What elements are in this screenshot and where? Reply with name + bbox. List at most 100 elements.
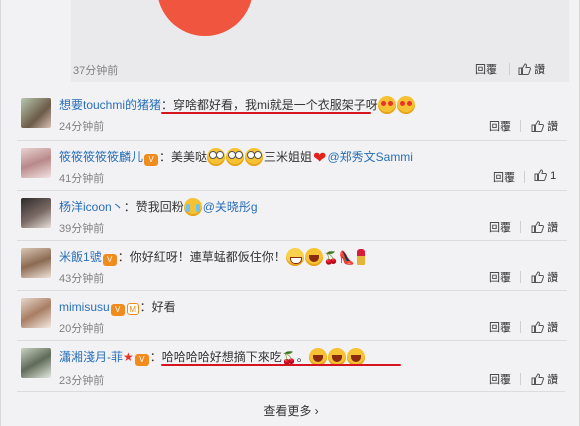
red-underline	[161, 112, 371, 114]
comment-panel: 37分钟前 回覆 讚 想要touchmi的猪猪：穿啥都好看，我mi就是一个衣服架…	[0, 0, 580, 426]
chevron-right-icon: ›	[314, 404, 319, 418]
grin-emoji	[285, 248, 304, 266]
comment-item: 想要touchmi的猪猪：穿啥都好看，我mi就是一个衣服架子呀 24分钟前 回覆…	[1, 90, 580, 138]
eye-roll-emoji	[207, 148, 226, 166]
comment-username[interactable]: mimisusu	[59, 300, 110, 314]
repost-card: 37分钟前 回覆 讚	[71, 0, 569, 82]
comment-time: 39分钟前	[59, 223, 105, 235]
like-button[interactable]: 1	[534, 169, 556, 182]
divider	[520, 321, 521, 333]
reply-button[interactable]: 回覆	[493, 169, 515, 185]
comment-line: 筱筱筱筱筱麟儿 V ：美美哒 三米姐姐❤@郑秀文Sammi	[59, 148, 413, 168]
view-more-link[interactable]: 查看更多 ›	[1, 402, 580, 419]
thumbs-up-icon	[531, 373, 544, 385]
reply-button[interactable]: 回覆	[489, 219, 511, 235]
like-label: 讚	[547, 322, 559, 334]
avatar[interactable]	[21, 298, 51, 328]
view-more-label: 查看更多	[263, 404, 312, 418]
comment-text: ：穿啥都好看，我mi就是一个衣服架子呀	[161, 98, 378, 112]
comment-username[interactable]: 杨洋icoon丶	[59, 200, 124, 214]
divider	[520, 120, 521, 132]
mention-link[interactable]: @郑秀文Sammi	[327, 150, 413, 164]
comment-line: mimisusu V M ：好看	[59, 298, 176, 316]
comment-text: ：赞我回粉	[123, 200, 184, 214]
comment-text: 三米姐姐	[264, 150, 313, 164]
like-button[interactable]: 讚	[531, 269, 558, 285]
reply-button[interactable]: 回覆	[489, 319, 511, 335]
comment-username[interactable]: 想要touchmi的猪猪	[59, 98, 161, 112]
row-divider	[17, 340, 567, 341]
mention-link[interactable]: @关晓彤g	[203, 200, 258, 214]
row-divider	[17, 190, 567, 191]
comment-item: 杨洋icoon丶：赞我回粉 @关晓彤g 39分钟前 回覆 讚	[1, 190, 580, 238]
like-button[interactable]: 讚	[531, 371, 558, 387]
divider	[520, 221, 521, 233]
comment-item: 瀟湘淺月-菲★ V ：哈哈哈哈好想摘下來吃🍒。 23分钟前 回覆 讚	[1, 340, 580, 388]
like-label: 讚	[547, 374, 559, 386]
heart-graphic	[157, 0, 253, 36]
vip-badge: V	[110, 304, 125, 316]
comment-item: mimisusu V M ：好看 20分钟前 回覆 讚	[1, 290, 580, 338]
laughing-emoji	[304, 248, 323, 266]
comment-tail: 。	[296, 350, 309, 364]
divider	[520, 373, 521, 385]
avatar[interactable]	[21, 148, 51, 178]
cherry-icon: 🍒	[323, 251, 339, 265]
comment-text: ：你好紅呀！連草蜢都仮住你！	[117, 250, 286, 264]
divider	[524, 171, 525, 183]
comment-username[interactable]: 米飯1號	[59, 250, 102, 264]
comment-line: 米飯1號 V ：你好紅呀！連草蜢都仮住你！ 🍒👠	[59, 248, 367, 266]
comment-time: 41分钟前	[59, 173, 105, 185]
avatar[interactable]	[21, 248, 51, 278]
comment-item: 筱筱筱筱筱麟儿 V ：美美哒 三米姐姐❤@郑秀文Sammi 41分钟前 回覆 1	[1, 140, 580, 188]
comment-text: ：哈哈哈哈好想摘下來吃	[149, 350, 282, 364]
reply-button[interactable]: 回覆	[489, 118, 511, 134]
vip-badge: V	[134, 354, 149, 366]
repost-image[interactable]	[157, 0, 253, 40]
star-icon: ★	[123, 350, 134, 364]
thumbs-up-icon	[531, 120, 544, 132]
comment-text: ：好看	[139, 300, 176, 314]
comment-username[interactable]: 瀟湘淺月-菲	[59, 350, 123, 364]
row-divider	[17, 290, 567, 291]
repost-like-label: 讚	[534, 64, 546, 76]
eye-roll-emoji	[226, 148, 245, 166]
comment-username[interactable]: 筱筱筱筱筱麟儿	[59, 150, 143, 164]
row-divider	[17, 391, 565, 392]
heart-eyes-emoji	[377, 96, 396, 114]
vip-badge: V	[102, 254, 117, 266]
like-button[interactable]: 讚	[531, 319, 558, 335]
thumbs-up-icon	[534, 169, 547, 181]
thumbs-up-icon	[518, 63, 531, 75]
avatar[interactable]	[21, 348, 51, 378]
divider	[509, 63, 510, 75]
comment-line: 杨洋icoon丶：赞我回粉 @关晓彤g	[59, 198, 258, 216]
eye-roll-emoji	[245, 148, 264, 166]
row-divider	[17, 240, 567, 241]
comment-time: 23分钟前	[59, 375, 105, 387]
repost-like-button[interactable]: 讚	[518, 61, 545, 77]
thumbs-up-icon	[531, 271, 544, 283]
comment-item: 米飯1號 V ：你好紅呀！連草蜢都仮住你！ 🍒👠 43分钟前 回覆 讚	[1, 240, 580, 288]
comment-text: ：美美哒	[159, 150, 208, 164]
thumbs-up-icon	[531, 321, 544, 333]
heart-icon: ❤	[313, 150, 327, 167]
comment-time: 20分钟前	[59, 323, 105, 335]
like-count: 1	[550, 170, 557, 182]
divider	[520, 271, 521, 283]
reply-button[interactable]: 回覆	[489, 269, 511, 285]
thumbs-up-icon	[531, 221, 544, 233]
repost-reply-button[interactable]: 回覆	[475, 61, 497, 77]
vip-badge: V	[144, 154, 159, 166]
reply-button[interactable]: 回覆	[489, 371, 511, 387]
repost-time: 37分钟前	[73, 65, 119, 77]
like-label: 讚	[547, 272, 559, 284]
like-button[interactable]: 讚	[531, 118, 558, 134]
comment-time: 43分钟前	[59, 273, 105, 285]
lipstick-icon	[356, 249, 365, 265]
avatar[interactable]	[21, 98, 51, 128]
avatar[interactable]	[21, 198, 51, 228]
comment-time: 24分钟前	[59, 121, 105, 133]
like-button[interactable]: 讚	[531, 219, 558, 235]
crying-emoji	[183, 198, 202, 216]
